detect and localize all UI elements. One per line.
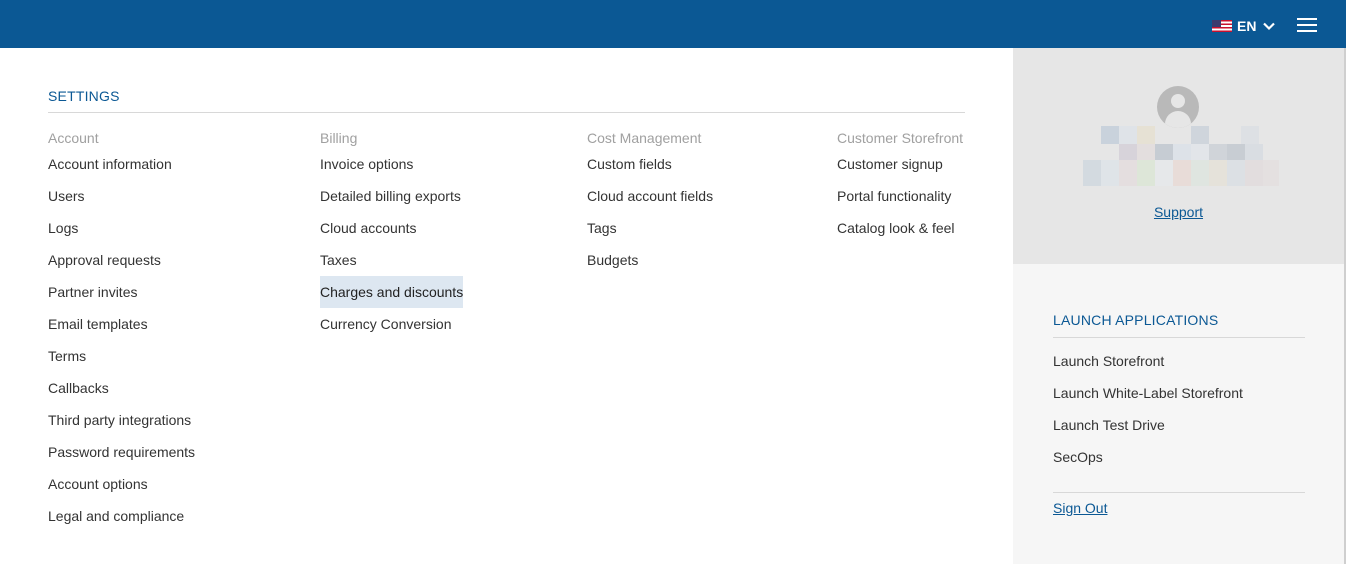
menu-item-portal-functionality[interactable]: Portal functionality xyxy=(837,180,963,212)
settings-column-cost-management: Cost Management Custom fields Cloud acco… xyxy=(587,130,713,276)
menu-item-account-options[interactable]: Account options xyxy=(48,468,195,500)
menu-item-terms[interactable]: Terms xyxy=(48,340,195,372)
settings-column-customer-storefront: Customer Storefront Customer signup Port… xyxy=(837,130,963,244)
settings-column-billing: Billing Invoice options Detailed billing… xyxy=(320,130,464,340)
language-code: EN xyxy=(1237,18,1257,34)
menu-item-cloud-account-fields[interactable]: Cloud account fields xyxy=(587,180,713,212)
column-heading: Cost Management xyxy=(587,130,702,146)
launch-applications-heading: LAUNCH APPLICATIONS xyxy=(1053,312,1219,328)
menu-item-third-party-integrations[interactable]: Third party integrations xyxy=(48,404,195,436)
menu-item-detailed-billing-exports[interactable]: Detailed billing exports xyxy=(320,180,463,212)
menu-item-email-templates[interactable]: Email templates xyxy=(48,308,195,340)
menu-item-custom-fields[interactable]: Custom fields xyxy=(587,148,713,180)
support-link[interactable]: Support xyxy=(1013,204,1344,220)
menu-item-logs[interactable]: Logs xyxy=(48,212,195,244)
sign-out-link[interactable]: Sign Out xyxy=(1053,500,1107,516)
menu-item-taxes[interactable]: Taxes xyxy=(320,244,463,276)
language-selector[interactable]: EN xyxy=(1212,16,1276,36)
column-heading: Account xyxy=(48,130,99,146)
launch-test-drive-link[interactable]: Launch Test Drive xyxy=(1053,409,1243,441)
chevron-down-icon xyxy=(1263,22,1276,31)
menu-item-tags[interactable]: Tags xyxy=(587,212,713,244)
menu-item-account-information[interactable]: Account information xyxy=(48,148,195,180)
secops-link[interactable]: SecOps xyxy=(1053,441,1243,473)
settings-column-account: Account Account information Users Logs A… xyxy=(48,130,195,532)
menu-item-approval-requests[interactable]: Approval requests xyxy=(48,244,195,276)
launch-white-label-storefront-link[interactable]: Launch White-Label Storefront xyxy=(1053,377,1243,409)
menu-item-budgets[interactable]: Budgets xyxy=(587,244,713,276)
divider xyxy=(1053,337,1305,338)
divider xyxy=(48,112,965,113)
user-avatar-icon xyxy=(1157,86,1199,128)
menu-item-customer-signup[interactable]: Customer signup xyxy=(837,148,963,180)
divider xyxy=(1053,492,1305,493)
user-profile-card: Support xyxy=(1013,48,1344,264)
us-flag-icon xyxy=(1212,20,1232,32)
menu-item-partner-invites[interactable]: Partner invites xyxy=(48,276,195,308)
menu-item-catalog-look-and-feel[interactable]: Catalog look & feel xyxy=(837,212,963,244)
menu-item-currency-conversion[interactable]: Currency Conversion xyxy=(320,308,463,340)
side-panel: Support LAUNCH APPLICATIONS Launch Store… xyxy=(1013,48,1346,564)
menu-item-cloud-accounts[interactable]: Cloud accounts xyxy=(320,212,463,244)
top-navigation-bar: EN xyxy=(0,0,1346,48)
column-heading: Billing xyxy=(320,130,358,146)
redacted-user-info xyxy=(1083,126,1279,186)
launch-applications-list: Launch Storefront Launch White-Label Sto… xyxy=(1053,345,1243,473)
menu-item-password-requirements[interactable]: Password requirements xyxy=(48,436,195,468)
launch-storefront-link[interactable]: Launch Storefront xyxy=(1053,345,1243,377)
menu-item-users[interactable]: Users xyxy=(48,180,195,212)
menu-item-callbacks[interactable]: Callbacks xyxy=(48,372,195,404)
menu-item-charges-and-discounts[interactable]: Charges and discounts xyxy=(320,276,464,308)
hamburger-menu-icon[interactable] xyxy=(1297,18,1317,34)
column-heading: Customer Storefront xyxy=(837,130,964,146)
menu-item-legal-and-compliance[interactable]: Legal and compliance xyxy=(48,500,195,532)
menu-item-invoice-options[interactable]: Invoice options xyxy=(320,148,463,180)
settings-heading: SETTINGS xyxy=(48,88,120,104)
